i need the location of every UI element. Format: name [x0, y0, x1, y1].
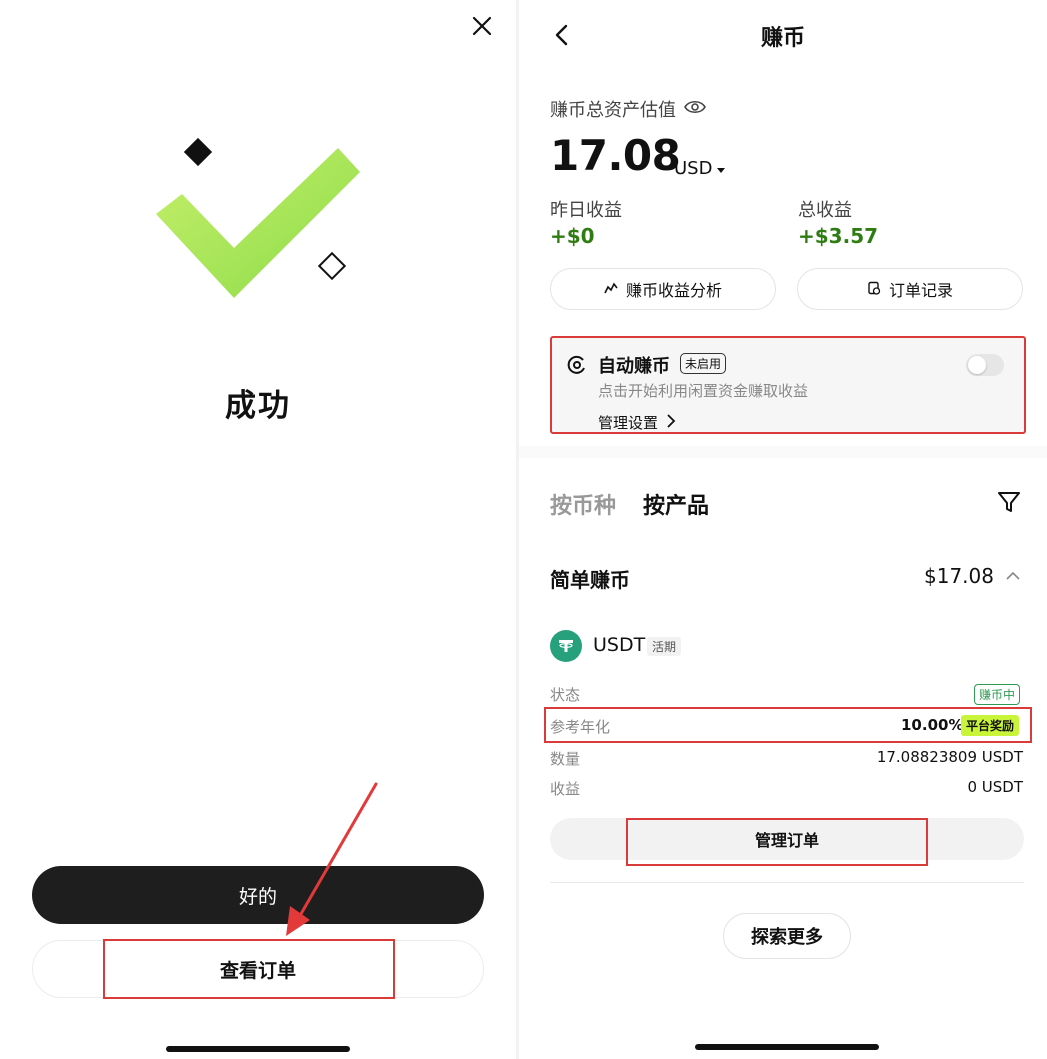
- auto-earn-title: 自动赚币: [598, 356, 670, 377]
- auto-earn-card[interactable]: 自动赚币 未启用 点击开始利用闲置资金赚取收益 管理设置: [550, 336, 1026, 434]
- currency-label: USD: [674, 158, 713, 179]
- quantity-value: 17.08823809 USDT: [876, 748, 1023, 766]
- chart-icon: [604, 280, 618, 299]
- simple-earn-title: 简单赚币: [550, 568, 630, 592]
- toggle-knob: [968, 356, 986, 374]
- manage-settings-link[interactable]: 管理设置: [598, 412, 676, 433]
- auto-earn-status-badge: 未启用: [680, 353, 727, 374]
- clock-doc-icon: [867, 280, 881, 299]
- earnings-analysis-label: 赚币收益分析: [625, 281, 722, 300]
- order-records-button[interactable]: 订单记录: [797, 268, 1023, 310]
- yesterday-earnings-value: +$0: [550, 224, 595, 248]
- status-badge: 赚币中: [974, 684, 1021, 705]
- status-label: 状态: [550, 686, 581, 704]
- chevron-right-icon: [666, 413, 676, 432]
- earn-screen: 赚币 赚币总资产估值 17.08 USD 昨日收益 +$0 总收益 +$3.57…: [519, 0, 1047, 1059]
- eye-icon[interactable]: [684, 99, 706, 120]
- divider-line: [550, 882, 1024, 883]
- annotation-highlight-box: [103, 939, 395, 999]
- success-title: 成功: [225, 388, 291, 424]
- usdt-logo-icon: [550, 630, 582, 662]
- chevron-up-icon[interactable]: [1005, 568, 1021, 584]
- order-records-label: 订单记录: [888, 281, 953, 300]
- yesterday-earnings-label: 昨日收益: [550, 200, 622, 221]
- product-name: USDT: [593, 634, 646, 656]
- filter-icon[interactable]: [997, 490, 1021, 514]
- close-icon[interactable]: [468, 12, 496, 40]
- earnings-value: 0 USDT: [967, 778, 1023, 796]
- tab-by-product[interactable]: 按产品: [643, 488, 709, 520]
- earnings-label: 收益: [550, 780, 581, 798]
- explore-more-button[interactable]: 探索更多: [723, 913, 851, 959]
- manage-settings-label: 管理设置: [598, 414, 659, 432]
- annotation-highlight-box: [626, 818, 928, 866]
- auto-earn-toggle[interactable]: [966, 354, 1004, 376]
- tab-by-coin[interactable]: 按币种: [550, 488, 616, 520]
- simple-earn-value: $17.08: [924, 564, 994, 588]
- apr-value: 10.00%: [901, 716, 964, 734]
- ok-button[interactable]: 好的: [32, 866, 484, 924]
- assets-label: 赚币总资产估值: [550, 100, 676, 121]
- currency-selector[interactable]: USD: [674, 158, 726, 179]
- page-title: 赚币: [760, 26, 805, 51]
- caret-down-icon: [716, 158, 726, 179]
- product-term-tag: 活期: [647, 637, 682, 656]
- apr-label: 参考年化: [550, 718, 611, 736]
- home-indicator: [695, 1044, 879, 1050]
- section-separator: [519, 446, 1047, 458]
- quantity-label: 数量: [550, 750, 581, 768]
- auto-earn-icon: [566, 354, 588, 376]
- annotation-arrow: [286, 782, 378, 936]
- assets-label-row: 赚币总资产估值: [550, 96, 706, 122]
- home-indicator: [166, 1046, 350, 1052]
- earnings-analysis-button[interactable]: 赚币收益分析: [550, 268, 776, 310]
- success-checkmark-illustration: [150, 136, 370, 306]
- auto-earn-description: 点击开始利用闲置资金赚取收益: [598, 382, 809, 400]
- assets-value: 17.08: [550, 131, 681, 180]
- platform-reward-badge: 平台奖励: [961, 715, 1020, 736]
- total-earnings-label: 总收益: [798, 200, 852, 221]
- success-screen: 成功 好的 查看订单: [0, 0, 516, 1059]
- total-earnings-value: +$3.57: [798, 224, 879, 248]
